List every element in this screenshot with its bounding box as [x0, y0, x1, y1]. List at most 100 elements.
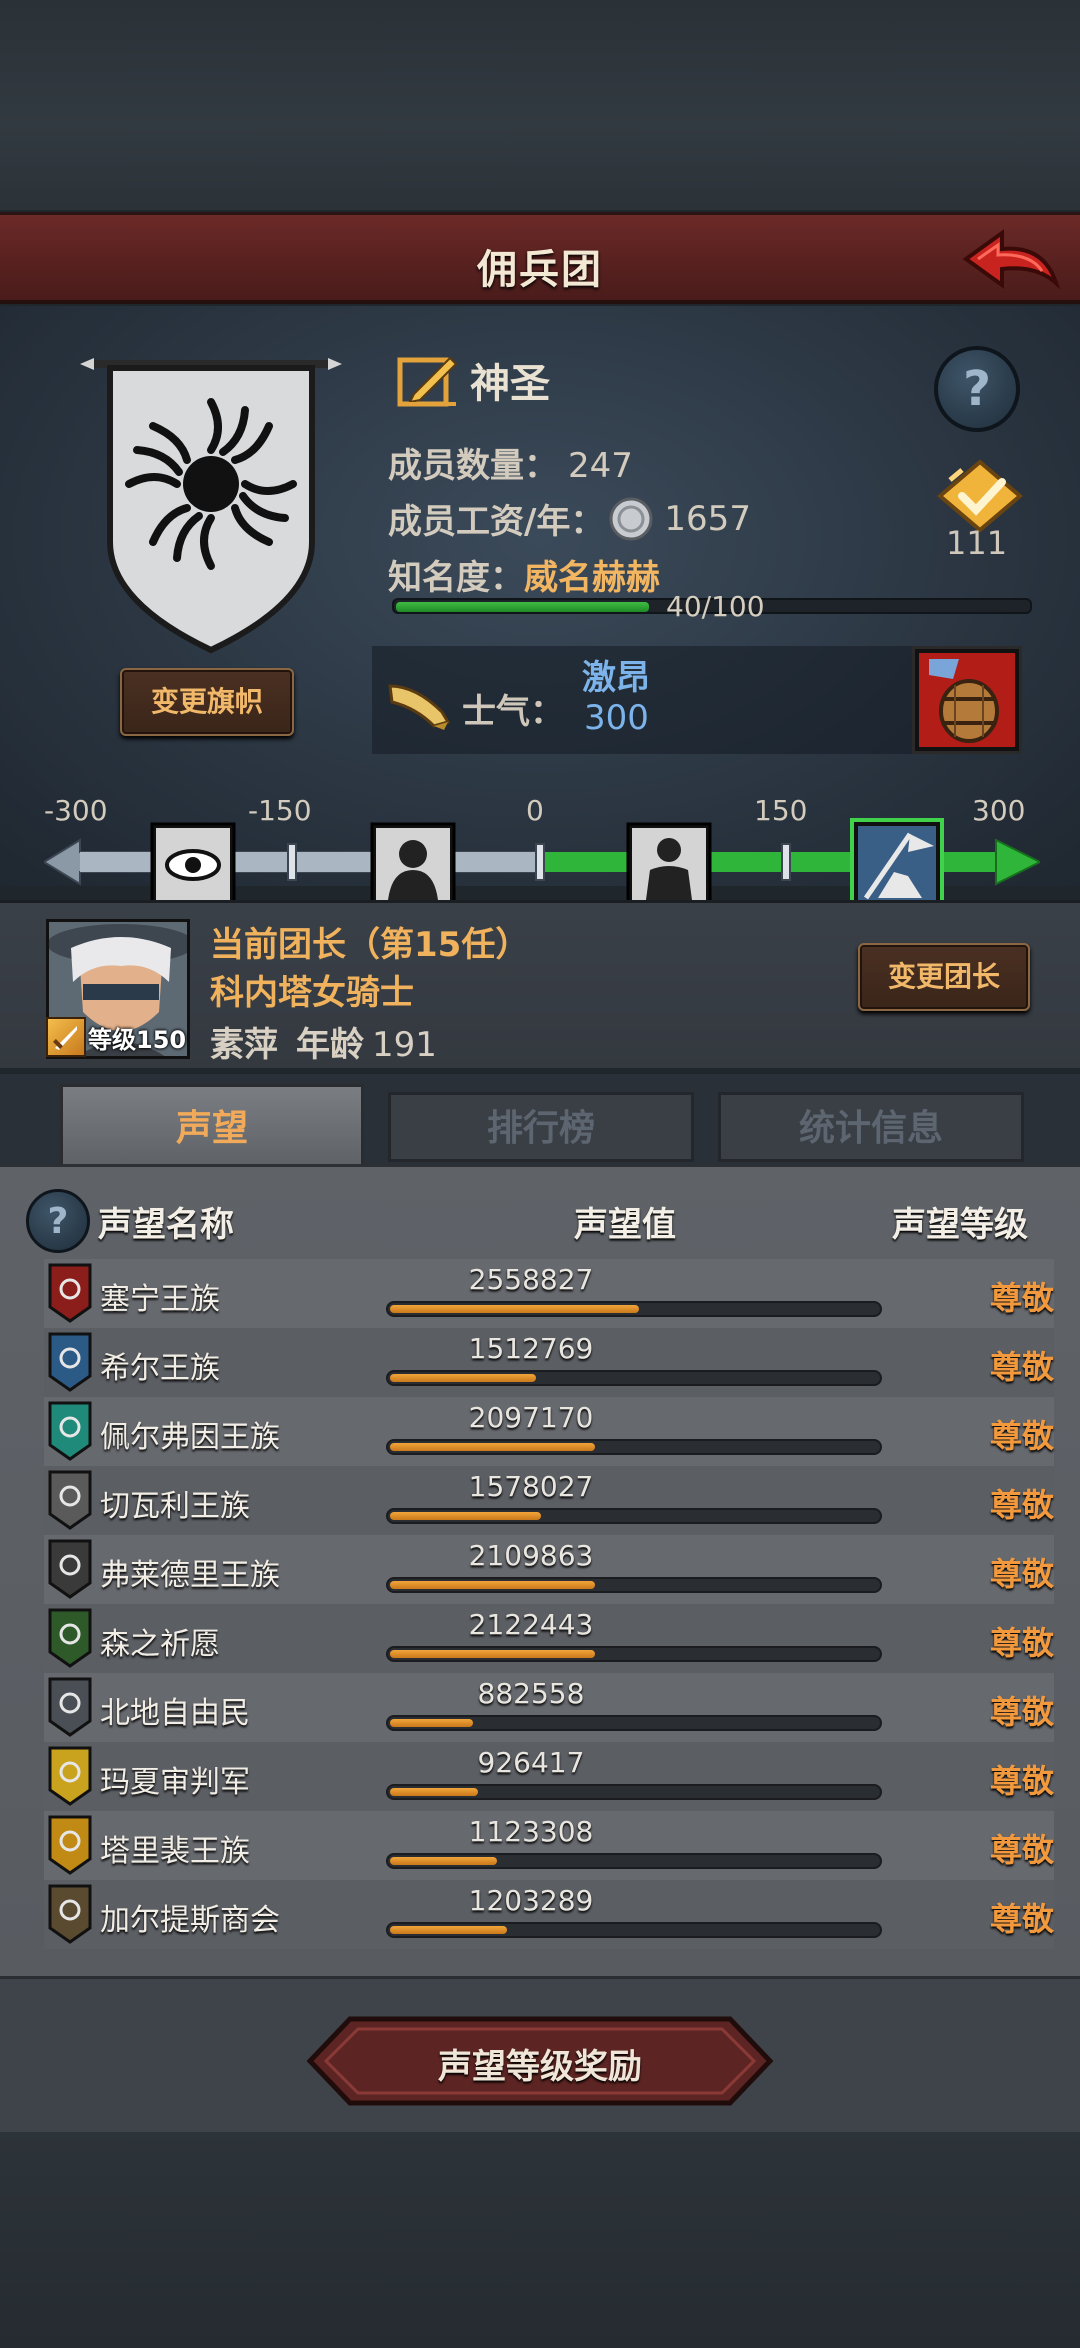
reputation-value: 882558	[477, 1677, 585, 1710]
blue-banner-icon	[48, 1332, 92, 1392]
top-status-area	[0, 0, 1080, 210]
reward-button-label: 声望等级奖励	[438, 2047, 642, 2087]
leader-level-text: 等级150	[88, 1025, 187, 1054]
faction-name: 塔里裴王族	[100, 1834, 250, 1869]
leader-level-badge: 等级150	[46, 1015, 186, 1059]
leader-age-label: 年龄	[296, 1025, 364, 1065]
page-title: 佣兵团	[477, 247, 603, 293]
bottom-area	[0, 2132, 1080, 2348]
scale-tick-label: 0	[526, 794, 544, 827]
scale-tick-label: -300	[44, 794, 108, 827]
reputation-value: 2097170	[468, 1401, 594, 1434]
charge-morale-icon	[850, 818, 944, 912]
reputation-level: 尊敬	[989, 1831, 1054, 1869]
member-count-label: 成员数量：	[388, 446, 558, 486]
reputation-level: 尊敬	[989, 1279, 1054, 1317]
reputation-row[interactable]: 塞宁王族 2558827 尊敬	[44, 1259, 1054, 1328]
reputation-row[interactable]: 希尔王族 1512769 尊敬	[44, 1328, 1054, 1397]
faction-name: 希尔王族	[100, 1351, 220, 1386]
reputation-progress-bar	[386, 1715, 882, 1731]
reputation-progress-fill	[390, 1512, 541, 1520]
leader-panel: 等级150 当前团长（第15任） 科内塔女骑士 素萍 年龄 191 变更团长	[0, 900, 1080, 1068]
reputation-row[interactable]: 玛夏审判军 926417 尊敬	[44, 1742, 1054, 1811]
tab-statistics[interactable]: 统计信息	[718, 1092, 1024, 1162]
leader-age-value: 191	[372, 1025, 437, 1065]
reputation-value: 2558827	[468, 1263, 594, 1296]
faction-name: 玛夏审判军	[100, 1765, 250, 1800]
fame-progress-fill	[396, 602, 649, 612]
faction-name: 塞宁王族	[100, 1282, 220, 1317]
reputation-progress-fill	[390, 1926, 507, 1934]
reputation-row[interactable]: 森之祈愿 2122443 尊敬	[44, 1604, 1054, 1673]
faction-name: 佩尔弗因王族	[100, 1420, 280, 1455]
reputation-help-button[interactable]: ?	[26, 1189, 90, 1253]
reputation-row[interactable]: 切瓦利王族 1578027 尊敬	[44, 1466, 1054, 1535]
reputation-level: 尊敬	[989, 1762, 1054, 1800]
question-mark-icon: ?	[47, 1200, 69, 1242]
fame-value: 威名赫赫	[524, 558, 660, 598]
reputation-level: 尊敬	[989, 1900, 1054, 1938]
leader-name: 素萍	[210, 1025, 278, 1065]
change-leader-button[interactable]: 变更团长	[858, 943, 1030, 1011]
back-arrow-icon[interactable]	[958, 225, 1062, 297]
reputation-level: 尊敬	[989, 1348, 1054, 1386]
barrel-icon	[919, 653, 1015, 747]
scales-banner-icon	[48, 1470, 92, 1530]
reputation-progress-fill	[390, 1305, 639, 1313]
reputation-row[interactable]: 加尔提斯商会 1203289 尊敬	[44, 1880, 1054, 1949]
reputation-level: 尊敬	[989, 1417, 1054, 1455]
reputation-progress-bar	[386, 1922, 882, 1938]
despair-morale-icon	[370, 822, 456, 908]
reputation-progress-fill	[390, 1374, 536, 1382]
member-count-value: 247	[568, 446, 633, 486]
reputation-panel: ? 声望名称 声望值 声望等级 塞宁王族 2558827 尊敬 希尔王族 1512769…	[0, 1164, 1080, 1976]
reputation-row[interactable]: 塔里裴王族 1123308 尊敬	[44, 1811, 1054, 1880]
question-mark-icon: ?	[963, 361, 991, 417]
reputation-progress-bar	[386, 1784, 882, 1800]
wage-line: 成员工资/年： 1657	[388, 494, 751, 543]
sword-level-icon	[46, 1017, 86, 1057]
reputation-level: 尊敬	[989, 1555, 1054, 1593]
reputation-row[interactable]: 弗莱德里王族 2109863 尊敬	[44, 1535, 1054, 1604]
edit-name-icon[interactable]	[396, 352, 458, 408]
tab-reputation[interactable]: 声望	[60, 1084, 364, 1170]
leader-name-age: 素萍 年龄 191	[210, 1017, 437, 1066]
guild-help-button[interactable]: ?	[934, 346, 1020, 432]
morale-state: 激昂	[582, 658, 650, 698]
fame-progress-text: 40/100	[666, 590, 765, 623]
scale-tick-label: 150	[754, 794, 808, 827]
reputation-value: 1578027	[468, 1470, 594, 1503]
morale-value: 300	[584, 698, 649, 738]
leader-class: 科内塔女骑士	[210, 973, 414, 1013]
flame-banner-icon	[48, 1815, 92, 1875]
tab-ranking[interactable]: 排行榜	[388, 1092, 694, 1162]
leader-title: 当前团长（第15任）	[210, 925, 530, 965]
reputation-level: 尊敬	[989, 1486, 1054, 1524]
reputation-progress-fill	[390, 1650, 595, 1658]
fame-line: 知名度：威名赫赫	[388, 550, 660, 599]
reputation-progress-bar	[386, 1853, 882, 1869]
barrel-item-button[interactable]	[912, 646, 1022, 754]
column-header-name: 声望名称	[98, 1205, 234, 1245]
reputation-progress-fill	[390, 1443, 595, 1451]
silver-coin-icon	[609, 497, 653, 540]
eye-morale-icon	[150, 822, 236, 908]
column-header-level: 声望等级	[892, 1205, 1028, 1245]
scale-tick-label: 300	[972, 794, 1026, 827]
reputation-row[interactable]: 北地自由民 882558 尊敬	[44, 1673, 1054, 1742]
column-header-value: 声望值	[574, 1205, 676, 1245]
reward-area: 声望等级奖励	[0, 1976, 1080, 2132]
guild-info-panel: 变更旗帜 神圣 成员数量： 247 成员工资/年： 1657 知名度：威名赫赫 4…	[0, 306, 1080, 912]
teal-banner-icon	[48, 1401, 92, 1461]
faction-name: 切瓦利王族	[100, 1489, 250, 1524]
faction-name: 北地自由民	[100, 1696, 250, 1731]
reputation-value: 2109863	[468, 1539, 594, 1572]
chest-banner-icon	[48, 1884, 92, 1944]
faction-name: 加尔提斯商会	[100, 1903, 280, 1938]
reputation-reward-button[interactable]: 声望等级奖励	[306, 2015, 774, 2107]
axe-banner-icon	[48, 1677, 92, 1737]
morale-label: 士气：	[462, 692, 564, 732]
tree-banner-icon	[48, 1608, 92, 1668]
reputation-row[interactable]: 佩尔弗因王族 2097170 尊敬	[44, 1397, 1054, 1466]
change-banner-button[interactable]: 变更旗帜	[120, 668, 294, 736]
